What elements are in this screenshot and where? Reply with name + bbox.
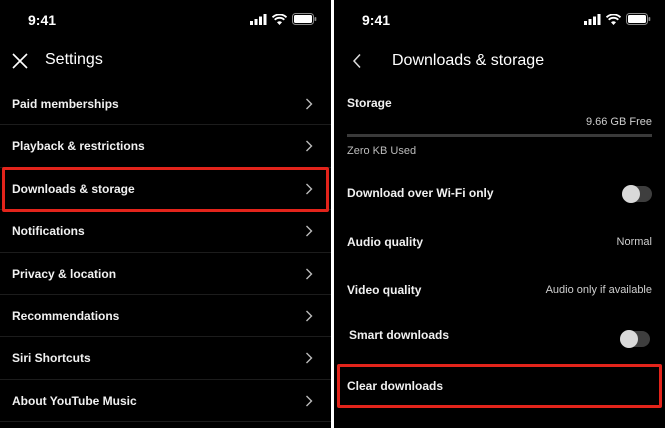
chevron-right-icon bbox=[306, 225, 313, 237]
setting-label: Audio quality bbox=[347, 235, 423, 249]
page-title: Settings bbox=[45, 51, 103, 68]
battery-icon bbox=[292, 13, 317, 25]
settings-menu: Paid memberships Playback & restrictions… bbox=[0, 83, 331, 423]
menu-item-label: About YouTube Music bbox=[12, 393, 137, 408]
status-icons bbox=[584, 13, 651, 25]
wifi-icon bbox=[272, 13, 287, 25]
menu-item-label: Siri Shortcuts bbox=[12, 351, 91, 366]
status-time: 9:41 bbox=[362, 12, 391, 28]
status-bar: 9:41 bbox=[0, 0, 331, 40]
clear-downloads-label: Clear downloads bbox=[347, 379, 444, 393]
setting-label: Download over Wi-Fi only bbox=[347, 186, 494, 200]
chevron-right-icon bbox=[306, 98, 313, 110]
cellular-signal-icon bbox=[584, 13, 601, 25]
wifi-icon bbox=[606, 13, 621, 25]
storage-label: Storage bbox=[347, 96, 392, 110]
menu-item-label: Downloads & storage bbox=[12, 181, 135, 196]
wifi-only-toggle[interactable] bbox=[622, 185, 652, 203]
page-title: Downloads & storage bbox=[392, 52, 545, 69]
status-time: 9:41 bbox=[28, 12, 57, 28]
chevron-right-icon bbox=[306, 183, 313, 195]
menu-item-privacy-location[interactable]: Privacy & location bbox=[0, 253, 331, 295]
storage-free-value: 9.66 GB Free bbox=[585, 116, 652, 128]
menu-item-recommendations[interactable]: Recommendations bbox=[0, 295, 331, 338]
chevron-right-icon bbox=[306, 352, 313, 364]
smart-downloads-toggle[interactable] bbox=[620, 330, 650, 348]
setting-smart-downloads: Smart downloads bbox=[334, 328, 665, 358]
menu-item-label: Recommendations bbox=[12, 308, 120, 323]
setting-video-quality[interactable]: Video quality Audio only if available bbox=[334, 283, 665, 313]
storage-used-value: Zero KB Used bbox=[347, 145, 417, 157]
storage-usage-bar bbox=[347, 134, 652, 137]
menu-item-paid-memberships[interactable]: Paid memberships bbox=[0, 83, 331, 126]
audio-quality-value: Normal bbox=[616, 236, 652, 248]
menu-item-label: Privacy & location bbox=[12, 266, 117, 281]
setting-audio-quality[interactable]: Audio quality Normal bbox=[334, 235, 665, 265]
setting-label: Smart downloads bbox=[349, 328, 450, 342]
battery-icon bbox=[626, 13, 651, 25]
settings-header: Settings bbox=[0, 42, 331, 80]
chevron-right-icon bbox=[306, 268, 313, 280]
clear-downloads-button[interactable]: Clear downloads bbox=[334, 379, 665, 409]
downloads-storage-screen: 9:41 Downloads & storage Storage 9.66 GB… bbox=[334, 0, 665, 428]
video-quality-value: Audio only if available bbox=[545, 284, 652, 296]
menu-item-label: Paid memberships bbox=[12, 97, 119, 111]
cellular-signal-icon bbox=[250, 13, 267, 25]
menu-item-label: Playback & restrictions bbox=[12, 139, 145, 154]
back-chevron-icon[interactable] bbox=[352, 53, 362, 69]
menu-item-siri-shortcuts[interactable]: Siri Shortcuts bbox=[0, 337, 331, 380]
status-bar: 9:41 bbox=[334, 0, 665, 40]
menu-item-about-youtube-music[interactable]: About YouTube Music bbox=[0, 380, 331, 423]
menu-item-playback-restrictions[interactable]: Playback & restrictions bbox=[0, 125, 331, 168]
status-icons bbox=[250, 13, 317, 25]
settings-screen: 9:41 Settings Paid memberships Playback … bbox=[0, 0, 331, 428]
toggle-knob bbox=[622, 185, 640, 203]
chevron-right-icon bbox=[306, 395, 313, 407]
toggle-knob bbox=[620, 330, 638, 348]
menu-item-downloads-storage[interactable]: Downloads & storage bbox=[0, 168, 331, 211]
chevron-right-icon bbox=[306, 140, 313, 152]
menu-item-notifications[interactable]: Notifications bbox=[0, 210, 331, 253]
setting-label: Video quality bbox=[347, 283, 422, 297]
chevron-right-icon bbox=[306, 310, 313, 322]
menu-item-label: Notifications bbox=[12, 224, 85, 239]
close-icon[interactable] bbox=[10, 51, 30, 71]
setting-download-wifi-only: Download over Wi-Fi only bbox=[334, 185, 665, 216]
